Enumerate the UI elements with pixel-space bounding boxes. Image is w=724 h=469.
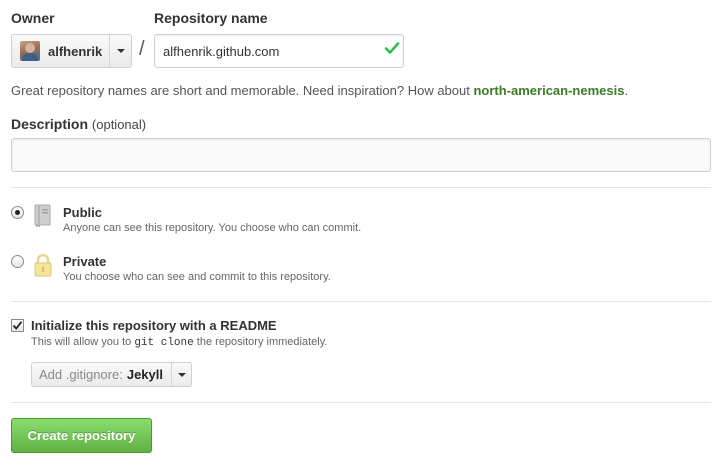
checkmark-icon [12,321,23,330]
create-repository-button[interactable]: Create repository [11,418,152,453]
chevron-down-icon [116,49,125,53]
name-suggestion[interactable]: north-american-nemesis [473,83,624,98]
check-icon [384,42,400,54]
owner-label: Owner [11,10,55,26]
private-radio[interactable] [11,255,24,268]
gitignore-prefix: Add .gitignore: [39,367,123,382]
book-icon [34,204,51,228]
optional-note: (optional) [91,117,147,132]
public-radio[interactable] [11,206,24,219]
readme-desc-after: the repository immediately. [193,336,328,348]
readme-option-description: This will allow you to git clone the rep… [31,336,327,349]
owner-name: alfhenrik [48,43,103,59]
gitignore-select[interactable]: Add .gitignore: Jekyll [31,362,192,387]
owner-dropdown-toggle[interactable] [109,35,131,67]
private-option-description: You choose who can see and commit to thi… [63,271,331,283]
owner-select[interactable]: alfhenrik [11,34,132,68]
chevron-down-icon [177,372,186,377]
gitignore-dropdown-toggle[interactable] [171,363,191,386]
private-option-title: Private [63,254,107,269]
description-label-text: Description [11,116,89,132]
readme-desc-before: This will allow you to [31,336,135,348]
divider [11,301,711,302]
description-label: Description (optional) [11,116,146,132]
readme-checkbox[interactable] [11,319,24,332]
git-clone-code: git clone [134,337,194,349]
divider [11,187,711,188]
public-option-title: Public [63,205,103,220]
name-hint: Great repository names are short and mem… [11,83,628,98]
hint-text: Great repository names are short and mem… [11,83,474,98]
repository-name-input[interactable] [154,34,404,68]
lock-icon [34,253,52,277]
description-input[interactable] [11,138,711,172]
owner-repo-separator: / [139,38,145,60]
readme-option-title: Initialize this repository with a README [31,318,277,333]
gitignore-value: Jekyll [126,367,163,382]
user-avatar [20,41,40,61]
repository-name-label: Repository name [154,10,268,26]
hint-suffix: . [624,83,629,98]
public-option-description: Anyone can see this repository. You choo… [63,222,362,234]
divider [11,402,711,403]
